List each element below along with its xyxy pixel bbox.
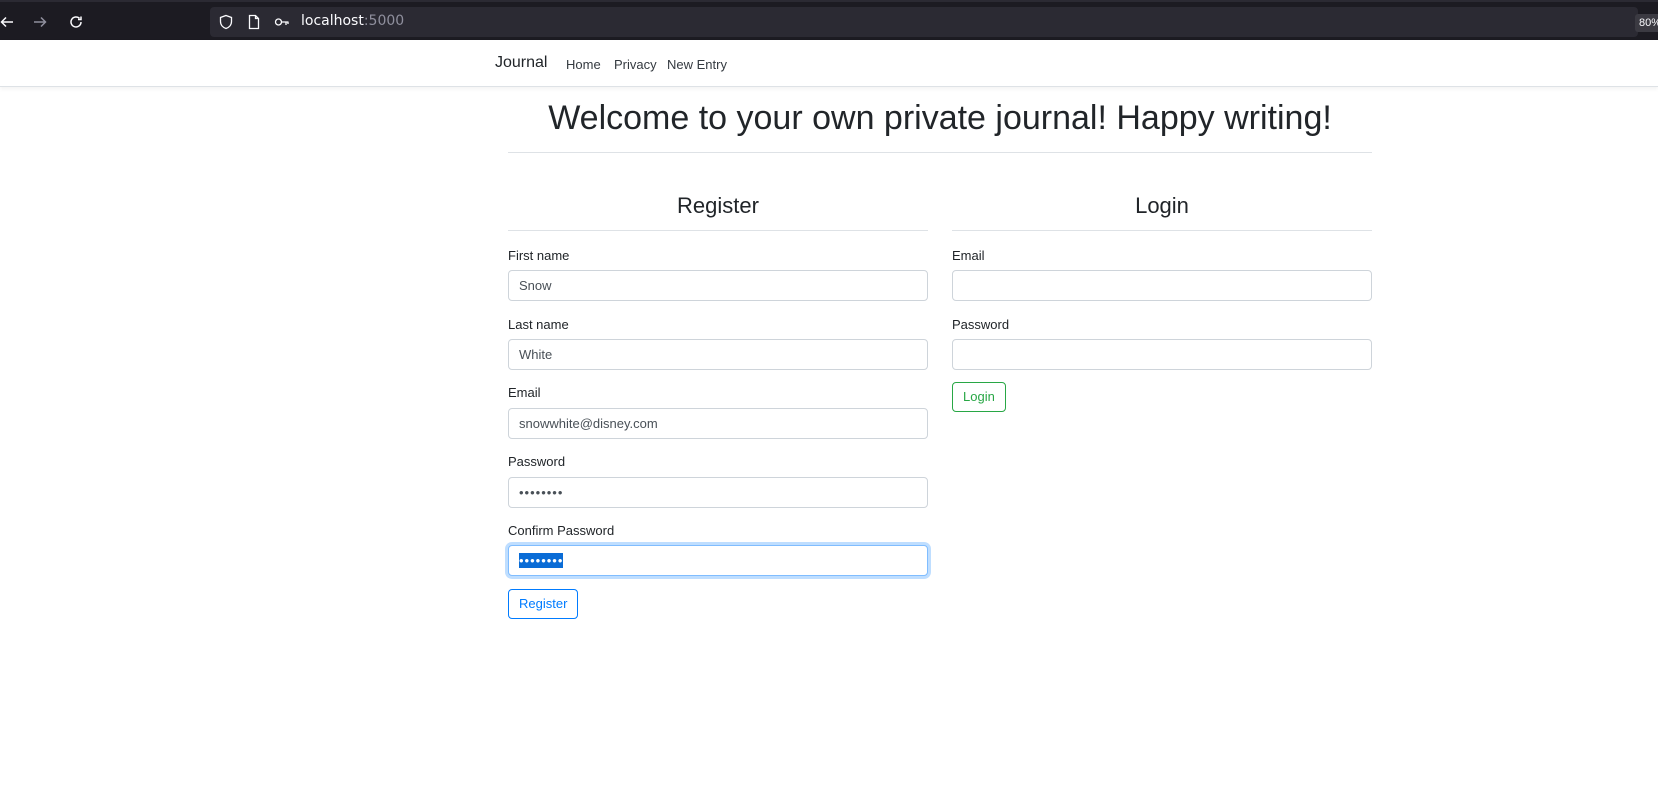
login-password-input[interactable] <box>952 339 1372 370</box>
browser-toolbar: localhost:5000 80% <box>0 0 1658 40</box>
nav-link-new-entry[interactable]: New Entry <box>667 57 727 72</box>
last-name-input[interactable]: White <box>508 339 928 370</box>
url-text[interactable]: localhost:5000 <box>301 13 404 29</box>
nav-link-home[interactable]: Home <box>566 57 601 72</box>
register-password-label: Password <box>508 454 566 469</box>
key-icon[interactable] <box>274 14 290 30</box>
first-name-label: First name <box>508 248 570 263</box>
register-password-value: •••••••• <box>519 485 564 500</box>
page-title: Welcome to your own private journal! Hap… <box>548 99 1332 137</box>
login-password-label: Password <box>952 317 1010 332</box>
zoom-badge[interactable]: 80% <box>1635 14 1658 32</box>
confirm-password-input[interactable]: •••••••• <box>508 545 928 576</box>
confirm-password-label: Confirm Password <box>508 523 615 538</box>
login-email-label: Email <box>952 248 985 263</box>
login-email-input[interactable] <box>952 270 1372 301</box>
last-name-label: Last name <box>508 317 569 332</box>
title-divider <box>508 152 1372 153</box>
register-divider <box>508 230 928 231</box>
register-heading: Register <box>677 193 759 218</box>
site-navbar: Journal Home Privacy New Entry <box>0 40 1658 87</box>
forward-arrow-icon[interactable] <box>29 11 51 33</box>
login-heading: Login <box>1135 193 1189 218</box>
register-button[interactable]: Register <box>508 589 579 619</box>
url-host: localhost <box>301 13 364 29</box>
url-port: :5000 <box>363 13 405 29</box>
navbar-brand[interactable]: Journal <box>495 54 547 72</box>
register-email-label: Email <box>508 385 541 400</box>
address-bar[interactable]: localhost:5000 <box>210 7 1638 37</box>
back-arrow-icon[interactable] <box>0 11 18 33</box>
login-button[interactable]: Login <box>952 382 1006 412</box>
confirm-password-value: •••••••• <box>519 553 564 568</box>
nav-link-privacy[interactable]: Privacy <box>614 57 657 72</box>
page-icon <box>246 14 262 30</box>
reload-icon[interactable] <box>65 11 87 33</box>
first-name-input[interactable]: Snow <box>508 270 928 301</box>
register-email-input[interactable]: snowwhite@disney.com <box>508 408 928 439</box>
login-divider <box>952 230 1372 231</box>
register-password-input[interactable]: •••••••• <box>508 477 928 508</box>
shield-icon[interactable] <box>218 14 234 30</box>
